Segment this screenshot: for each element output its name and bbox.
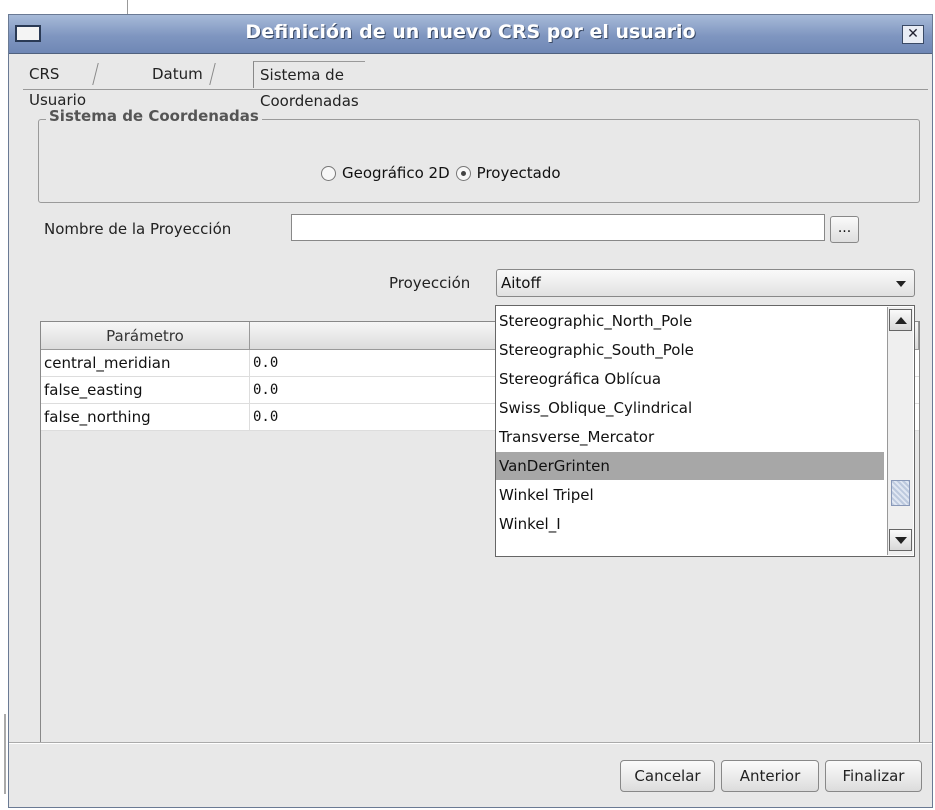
finish-button[interactable]: Finalizar xyxy=(825,760,922,792)
background-mark xyxy=(4,714,6,794)
column-header-parametro[interactable]: Parámetro xyxy=(41,322,250,350)
title-bar[interactable]: Definición de un nuevo CRS por el usuari… xyxy=(9,15,932,54)
projection-dropdown-list: Stereographic_North_Pole Stereographic_S… xyxy=(495,305,915,557)
projection-name-label: Nombre de la Proyección xyxy=(44,220,232,238)
radio-proyectado-label[interactable]: Proyectado xyxy=(477,164,561,182)
browse-button[interactable]: ... xyxy=(830,216,859,243)
background-divider xyxy=(127,0,128,14)
footer-divider-highlight xyxy=(9,743,932,744)
projection-select[interactable]: Aitoff xyxy=(496,269,915,297)
scroll-down-button[interactable] xyxy=(889,529,912,551)
close-button[interactable]: ✕ xyxy=(902,25,924,44)
tab-sistema-coordenadas[interactable]: Sistema de Coordenadas xyxy=(253,61,365,110)
tab-underline xyxy=(23,89,928,90)
radio-geografico-2d-label[interactable]: Geográfico 2D xyxy=(342,164,450,182)
projection-select-value: Aitoff xyxy=(501,274,541,292)
chevron-down-icon xyxy=(896,281,906,287)
dropdown-option[interactable]: Stereográfica Oblícua xyxy=(496,365,884,393)
parameter-name-cell: central_meridian xyxy=(41,350,250,376)
background-edge xyxy=(0,14,8,810)
arrow-down-icon xyxy=(895,537,907,544)
parameter-name-cell: false_easting xyxy=(41,377,250,403)
parameter-name-cell: false_northing xyxy=(41,404,250,430)
coordinate-system-legend: Sistema de Coordenadas xyxy=(46,107,262,125)
projection-name-input[interactable] xyxy=(291,214,825,241)
scroll-thumb[interactable] xyxy=(891,480,910,506)
radio-proyectado[interactable] xyxy=(455,165,471,181)
back-button[interactable]: Anterior xyxy=(721,760,819,792)
background-strip xyxy=(0,0,935,14)
dropdown-option[interactable]: Winkel Tripel xyxy=(496,481,884,509)
dropdown-option[interactable]: Swiss_Oblique_Cylindrical xyxy=(496,394,884,422)
dropdown-option[interactable]: Stereographic_North_Pole xyxy=(496,307,884,335)
dropdown-scrollbar[interactable] xyxy=(887,307,913,555)
cancel-button[interactable]: Cancelar xyxy=(620,760,715,792)
coordinate-system-group xyxy=(38,119,920,203)
window-title: Definición de un nuevo CRS por el usuari… xyxy=(245,21,696,43)
dropdown-option[interactable]: Transverse_Mercator xyxy=(496,423,884,451)
dropdown-option[interactable]: Winkel_I xyxy=(496,510,884,538)
dropdown-option[interactable]: Stereographic_South_Pole xyxy=(496,336,884,364)
tab-datum[interactable]: Datum xyxy=(146,61,209,87)
scroll-up-button[interactable] xyxy=(889,309,912,331)
tab-crs-usuario[interactable]: CRS Usuario xyxy=(23,61,92,109)
radio-geografico-2d[interactable] xyxy=(321,165,336,181)
coordinate-type-radios: Geográfico 2D Proyectado xyxy=(321,162,567,184)
arrow-up-icon xyxy=(895,317,907,324)
crs-dialog: Definición de un nuevo CRS por el usuari… xyxy=(8,14,933,808)
dropdown-option-highlighted[interactable]: VanDerGrinten xyxy=(496,452,884,480)
projection-label: Proyección xyxy=(389,274,471,292)
